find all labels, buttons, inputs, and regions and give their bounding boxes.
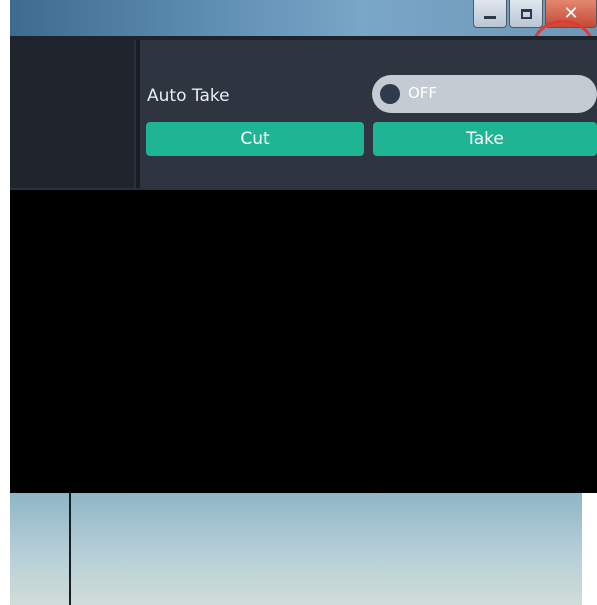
header-left-panel xyxy=(10,40,134,188)
preview-divider xyxy=(69,493,71,605)
preview-image xyxy=(10,493,582,605)
restore-icon xyxy=(520,8,532,19)
take-button[interactable]: Take xyxy=(373,122,597,156)
preview-area xyxy=(10,190,597,493)
toggle-knob xyxy=(380,84,400,104)
auto-take-toggle[interactable]: OFF xyxy=(372,75,597,113)
minimize-button[interactable] xyxy=(473,0,507,28)
take-panel xyxy=(136,40,597,188)
toggle-state-text: OFF xyxy=(408,84,438,102)
preview-edge xyxy=(582,493,597,605)
window-titlebar: ✕ xyxy=(10,0,597,36)
auto-take-label: Auto Take xyxy=(147,86,230,106)
minimize-icon xyxy=(484,16,496,19)
cut-button[interactable]: Cut xyxy=(146,122,364,156)
restore-button[interactable] xyxy=(509,0,543,28)
